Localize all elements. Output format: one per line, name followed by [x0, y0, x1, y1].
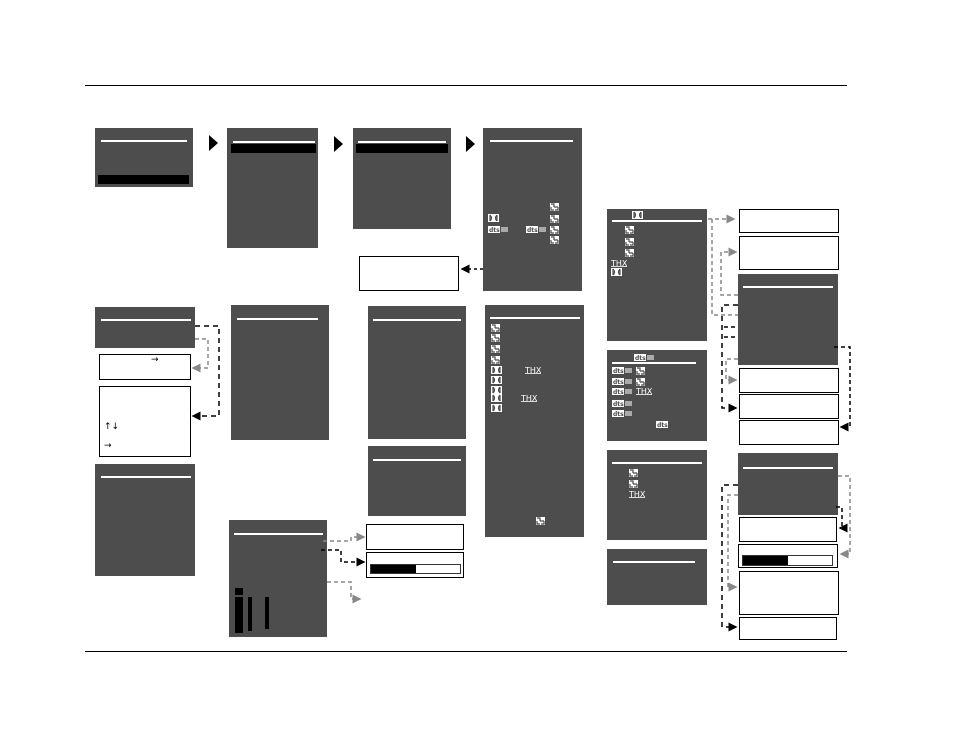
connector [321, 549, 366, 567]
connector [834, 346, 851, 432]
connector [711, 219, 738, 316]
connector-layer [191, 214, 851, 632]
connector [838, 475, 851, 559]
connector [191, 338, 209, 373]
connector [721, 484, 738, 632]
connector [836, 506, 848, 533]
connector [721, 304, 738, 413]
connector [727, 494, 738, 592]
connector [323, 532, 366, 542]
connector [725, 358, 738, 385]
connector [327, 581, 362, 604]
connector [720, 247, 738, 296]
